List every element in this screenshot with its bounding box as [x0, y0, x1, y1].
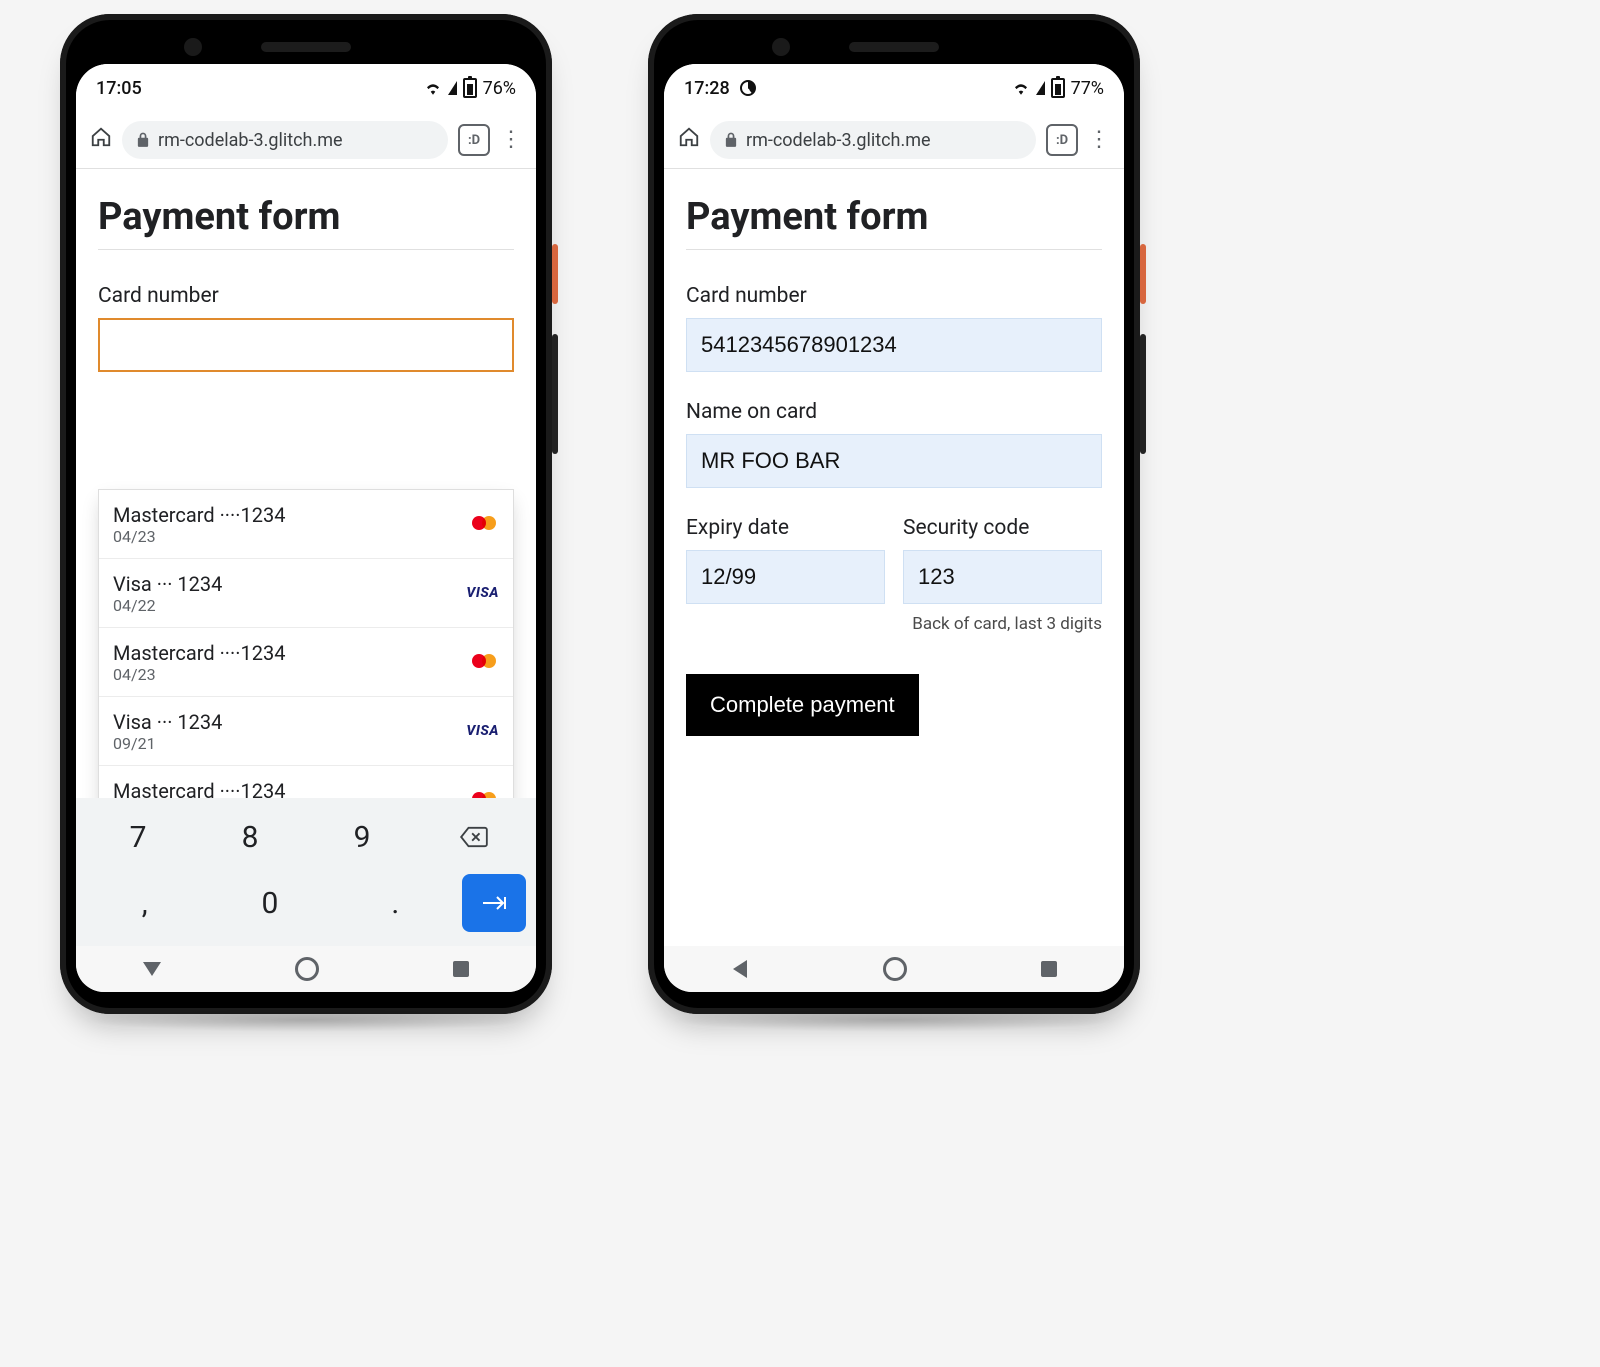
complete-payment-button[interactable]: Complete payment: [686, 674, 919, 736]
home-icon[interactable]: [90, 126, 112, 154]
cvc-label: Security code: [903, 516, 1102, 540]
browser-toolbar: rm-codelab-3.glitch.me :D ⋮: [664, 112, 1124, 169]
name-input[interactable]: [686, 434, 1102, 488]
battery-icon: [463, 78, 477, 98]
signal-icon: [448, 81, 457, 95]
status-icons: 77%: [1012, 78, 1104, 99]
key-9[interactable]: 9: [310, 808, 414, 866]
nav-home[interactable]: [295, 957, 319, 981]
visa-icon: VISA: [466, 723, 499, 739]
signal-icon: [1036, 81, 1045, 95]
nav-back[interactable]: [733, 960, 747, 978]
divider: [98, 249, 514, 250]
mastercard-icon: [469, 652, 499, 672]
numeric-keypad: 7 8 9 , 0 .: [76, 798, 536, 946]
power-button: [1140, 244, 1146, 304]
name-label: Name on card: [686, 400, 1102, 424]
key-backspace[interactable]: [422, 808, 526, 866]
wifi-icon: [1012, 81, 1030, 95]
card-option-primary: Visa ··· 1234: [113, 572, 456, 596]
card-option-primary: Mastercard ····1234: [113, 503, 459, 527]
android-nav-bar: [76, 946, 536, 992]
divider: [686, 249, 1102, 250]
nav-back[interactable]: [143, 962, 161, 976]
status-time: 17:28: [684, 78, 730, 99]
battery-icon: [1051, 78, 1065, 98]
power-button: [552, 244, 558, 304]
key-enter[interactable]: [462, 874, 526, 932]
key-0[interactable]: 0: [211, 874, 328, 932]
card-number-label: Card number: [98, 284, 514, 308]
card-option-expiry: 09/21: [113, 734, 456, 753]
nav-home[interactable]: [883, 957, 907, 981]
status-bar: 17:28 77%: [664, 64, 1124, 112]
more-icon[interactable]: ⋮: [1088, 129, 1110, 151]
visa-icon: VISA: [466, 585, 499, 601]
phone-frame-right: 17:28 77% rm-codelab-3.glitch.me: [648, 14, 1140, 1014]
status-time: 17:05: [96, 78, 142, 99]
mastercard-icon: [469, 514, 499, 534]
page-title: Payment form: [686, 195, 1102, 239]
browser-toolbar: rm-codelab-3.glitch.me :D ⋮: [76, 112, 536, 169]
autofill-card-option[interactable]: Visa ··· 123404/22 VISA: [99, 558, 513, 627]
front-camera: [184, 38, 202, 56]
phone-frame-left: 17:05 76% rm-codelab-3.glitch.me :D: [60, 14, 552, 1014]
card-option-primary: Visa ··· 1234: [113, 710, 456, 734]
card-option-primary: Mastercard ····1234: [113, 641, 459, 665]
android-nav-bar: [664, 946, 1124, 992]
page-content: Payment form Card number Name on card Ex…: [664, 169, 1124, 736]
autofill-card-option[interactable]: Mastercard ····123404/23: [99, 627, 513, 696]
key-dot[interactable]: .: [337, 874, 454, 932]
card-option-expiry: 04/23: [113, 665, 459, 684]
autofill-card-option[interactable]: Mastercard ····123404/23: [99, 490, 513, 558]
url-text: rm-codelab-3.glitch.me: [746, 130, 931, 151]
volume-button: [552, 334, 558, 454]
lock-icon: [136, 132, 150, 148]
status-icons: 76%: [424, 78, 516, 99]
expiry-input[interactable]: [686, 550, 885, 604]
autofill-card-option[interactable]: Visa ··· 123409/21 VISA: [99, 696, 513, 765]
nav-recent[interactable]: [1041, 961, 1057, 977]
address-bar[interactable]: rm-codelab-3.glitch.me: [122, 121, 448, 159]
cvc-hint: Back of card, last 3 digits: [903, 614, 1102, 634]
status-bar: 17:05 76%: [76, 64, 536, 112]
battery-percent: 76%: [483, 78, 516, 99]
card-number-label: Card number: [686, 284, 1102, 308]
lock-icon: [724, 132, 738, 148]
nav-recent[interactable]: [453, 961, 469, 977]
tab-count[interactable]: :D: [458, 124, 490, 156]
card-number-input[interactable]: [98, 318, 514, 372]
url-text: rm-codelab-3.glitch.me: [158, 130, 343, 151]
home-icon[interactable]: [678, 126, 700, 154]
expiry-label: Expiry date: [686, 516, 885, 540]
tab-count[interactable]: :D: [1046, 124, 1078, 156]
card-number-input[interactable]: [686, 318, 1102, 372]
cvc-input[interactable]: [903, 550, 1102, 604]
wifi-icon: [424, 81, 442, 95]
screen-right: 17:28 77% rm-codelab-3.glitch.me: [664, 64, 1124, 992]
battery-percent: 77%: [1071, 78, 1104, 99]
front-camera: [772, 38, 790, 56]
card-option-expiry: 04/23: [113, 527, 459, 546]
speaker-grille: [261, 42, 351, 52]
volume-button: [1140, 334, 1146, 454]
more-icon[interactable]: ⋮: [500, 129, 522, 151]
key-7[interactable]: 7: [86, 808, 190, 866]
page-title: Payment form: [98, 195, 514, 239]
address-bar[interactable]: rm-codelab-3.glitch.me: [710, 121, 1036, 159]
screen-left: 17:05 76% rm-codelab-3.glitch.me :D: [76, 64, 536, 992]
page-content: Payment form Card number Mastercard ····…: [76, 169, 536, 372]
card-option-expiry: 04/22: [113, 596, 456, 615]
speaker-grille: [849, 42, 939, 52]
key-8[interactable]: 8: [198, 808, 302, 866]
key-comma[interactable]: ,: [86, 874, 203, 932]
data-saver-icon: [740, 80, 756, 96]
